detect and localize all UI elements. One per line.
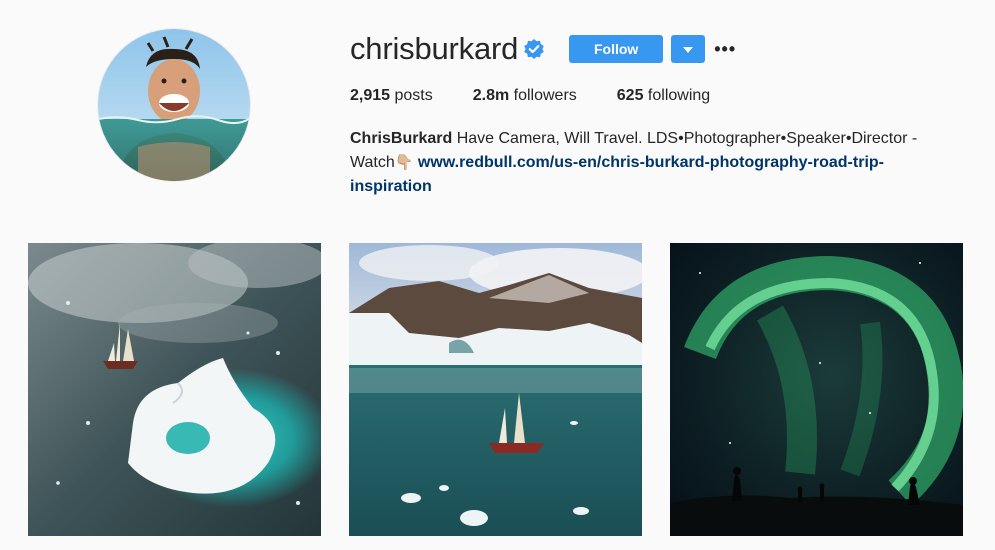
post-thumbnail[interactable] xyxy=(670,243,963,536)
profile-avatar[interactable] xyxy=(98,29,250,181)
full-name: ChrisBurkard xyxy=(350,130,453,147)
post-thumbnail[interactable] xyxy=(28,243,321,536)
posts-stat: 2,915 posts xyxy=(350,86,433,106)
follow-button[interactable]: Follow xyxy=(569,35,664,63)
avatar-photo xyxy=(98,29,250,181)
following-stat[interactable]: 625 following xyxy=(617,86,710,106)
username: chrisburkard xyxy=(350,31,519,66)
posts-label: posts xyxy=(390,87,433,104)
followers-count: 2.8m xyxy=(472,87,510,104)
posts-count: 2,915 xyxy=(350,87,391,104)
verified-badge-icon xyxy=(524,39,544,59)
post-image-aurora xyxy=(670,243,963,536)
post-thumbnail[interactable] xyxy=(349,243,642,536)
profile-top-row: chrisburkard Follow ••• xyxy=(350,30,970,68)
bio-link[interactable]: www.redbull.com/us-en/chris-burkard-phot… xyxy=(350,154,884,195)
post-image-fjord-sailboat xyxy=(349,243,642,536)
profile-stats: 2,915 posts 2.8m followers 625 following xyxy=(350,86,970,106)
suggested-dropdown-button[interactable] xyxy=(671,35,706,63)
chevron-down-icon xyxy=(683,40,694,58)
pointing-down-icon: 👇🏼 xyxy=(394,154,414,171)
followers-stat[interactable]: 2.8m followers xyxy=(473,86,577,106)
profile-bio: ChrisBurkard Have Camera, Will Travel. L… xyxy=(350,127,960,199)
following-count: 625 xyxy=(616,87,644,104)
profile-page: chrisburkard Follow ••• 2,915 posts 2.8m… xyxy=(0,0,995,550)
profile-header: chrisburkard Follow ••• 2,915 posts 2.8m… xyxy=(350,30,970,199)
post-image-iceberg-aerial xyxy=(28,243,321,536)
followers-label: followers xyxy=(509,87,577,104)
more-options-icon[interactable]: ••• xyxy=(714,35,735,63)
posts-grid xyxy=(28,243,963,536)
following-label: following xyxy=(643,87,711,104)
